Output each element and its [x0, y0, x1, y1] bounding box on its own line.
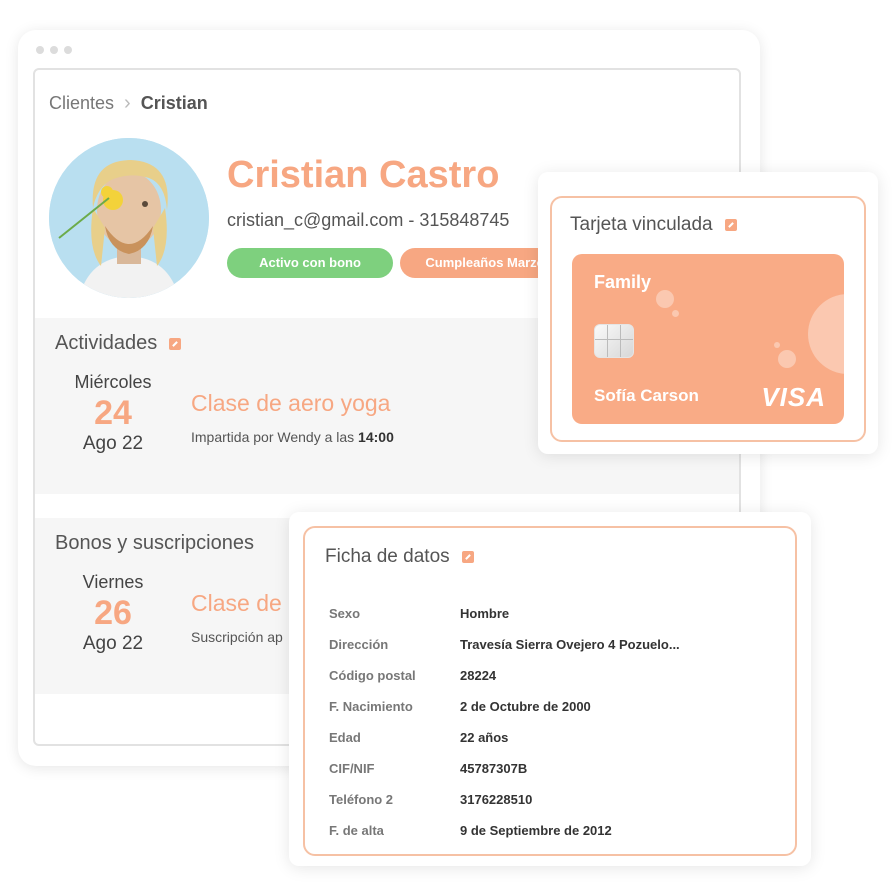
- linked-card-title-label: Tarjeta vinculada: [570, 214, 713, 235]
- datasheet-value: 3176228510: [460, 792, 533, 807]
- chevron-right-icon: ›: [124, 92, 131, 114]
- datasheet-row: Dirección Travesía Sierra Ovejero 4 Pozue…: [329, 629, 779, 660]
- datasheet-label: F. Nacimiento: [329, 699, 413, 714]
- activity-event-details: Impartida por Wendy a las 14:00: [191, 429, 394, 445]
- window-dot-icon: [50, 46, 58, 54]
- subscription-weekday: Viernes: [82, 572, 144, 592]
- activity-month: Ago 22: [82, 433, 144, 454]
- datasheet-label: Edad: [329, 730, 361, 745]
- decor-bubble: [672, 310, 679, 317]
- card-type: Family: [594, 272, 652, 292]
- datasheet-value: 22 años: [460, 730, 509, 745]
- external-link-icon[interactable]: [724, 218, 737, 231]
- datasheet-row: F. Nacimiento 2 de Octubre de 2000: [329, 691, 779, 722]
- external-link-icon[interactable]: [461, 550, 474, 563]
- datasheet-frame: Ficha de datos Sexo Hombre Dirección Trave…: [303, 526, 797, 856]
- datasheet-title: Ficha de datos: [325, 546, 474, 568]
- datasheet-value: 2 de Octubre de 2000: [460, 699, 591, 714]
- datasheet-row: Teléfono 2 3176228510: [329, 784, 779, 815]
- subscription-month: Ago 22: [82, 633, 144, 654]
- activity-event-time: 14:00: [358, 429, 394, 445]
- datasheet-label: Sexo: [329, 606, 361, 621]
- datasheet-row: Edad 22 años: [329, 722, 779, 753]
- subscription-day: 26: [94, 594, 132, 632]
- card-holder: Sofía Carson: [594, 386, 699, 405]
- avatar: [49, 138, 209, 298]
- subscription-event-title[interactable]: Clase de: [191, 590, 283, 617]
- datasheet-panel: Ficha de datos Sexo Hombre Dirección Trave…: [289, 512, 811, 866]
- window-dot-icon: [64, 46, 72, 54]
- decor-bubble: [656, 290, 674, 308]
- datasheet-label: CIF/NIF: [329, 761, 375, 776]
- activities-title-label: Actividades: [55, 332, 158, 354]
- decor-bubble: [808, 294, 844, 374]
- activity-event[interactable]: Clase de aero yoga Impartida por Wendy a…: [191, 390, 394, 445]
- subscription-event[interactable]: Clase de Suscripción ap: [191, 590, 283, 645]
- datasheet-value: 28224: [460, 668, 497, 683]
- subscription-date: Viernes 26 Ago 22: [63, 572, 163, 655]
- credit-card[interactable]: Family Sofía Carson VISA: [572, 254, 844, 424]
- avatar-portrait: [49, 138, 209, 298]
- breadcrumb-current: Cristian: [140, 93, 208, 113]
- datasheet-value: 9 de Septiembre de 2012: [460, 823, 612, 838]
- activity-date: Miércoles 24 Ago 22: [63, 372, 163, 455]
- datasheet-rows: Sexo Hombre Dirección Travesía Sierra Ovej…: [329, 598, 779, 846]
- subscription-event-details: Suscripción ap: [191, 629, 283, 645]
- card-chip-icon: [594, 324, 634, 358]
- datasheet-label: Teléfono 2: [329, 792, 394, 807]
- datasheet-title-label: Ficha de datos: [325, 546, 450, 567]
- activities-title: Actividades: [55, 332, 182, 355]
- linked-card-frame: Tarjeta vinculada Family Sofía Carson VI…: [550, 196, 866, 442]
- datasheet-label: Dirección: [329, 637, 389, 652]
- activity-event-instructor: Impartida por Wendy a las: [191, 429, 359, 445]
- activity-day: 24: [94, 394, 132, 432]
- datasheet-value: Travesía Sierra Ovejero 4 Pozuelo...: [460, 637, 680, 652]
- linked-card-title: Tarjeta vinculada: [570, 214, 737, 236]
- window-dot-icon: [36, 46, 44, 54]
- activity-weekday: Miércoles: [74, 372, 152, 392]
- window-controls: [36, 46, 72, 54]
- datasheet-row: Código postal 28224: [329, 660, 779, 691]
- decor-bubble: [774, 342, 780, 348]
- datasheet-value: 45787307B: [460, 761, 528, 776]
- client-name: Cristian Castro: [227, 154, 500, 196]
- subscriptions-title: Bonos y suscripciones: [55, 532, 254, 554]
- visa-logo: VISA: [761, 382, 826, 412]
- decor-bubble: [778, 350, 796, 368]
- external-link-icon[interactable]: [169, 337, 182, 350]
- breadcrumb-clients-link[interactable]: Clientes: [49, 93, 114, 114]
- datasheet-label: F. de alta: [329, 823, 384, 838]
- datasheet-row: F. de alta 9 de Septiembre de 2012: [329, 815, 779, 846]
- datasheet-row: Sexo Hombre: [329, 598, 779, 629]
- status-badge-active: Activo con bono: [227, 248, 393, 278]
- activity-event-title[interactable]: Clase de aero yoga: [191, 390, 394, 417]
- datasheet-value: Hombre: [460, 606, 510, 621]
- breadcrumb: Clientes › Cristian: [49, 92, 208, 115]
- linked-card-panel: Tarjeta vinculada Family Sofía Carson VI…: [538, 172, 878, 454]
- datasheet-label: Código postal: [329, 668, 416, 683]
- datasheet-row: CIF/NIF 45787307B: [329, 753, 779, 784]
- client-contact: cristian_c@gmail.com - 315848745: [227, 210, 510, 230]
